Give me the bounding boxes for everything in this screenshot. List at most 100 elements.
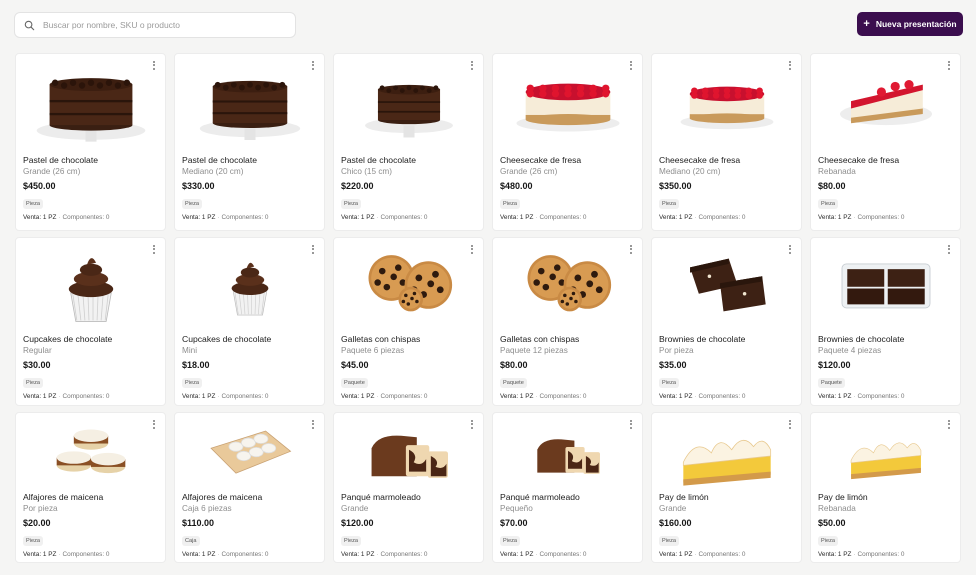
unit-badge: Paquete <box>818 378 845 388</box>
sale-unit: Venta: 1 PZ <box>23 214 57 221</box>
product-info: Panqué marmoleado Grande $120.00 Pieza V… <box>341 492 477 559</box>
product-info: Pastel de chocolate Mediano (20 cm) $330… <box>182 155 318 222</box>
product-meta: Venta: 1 PZ · Componentes: 0 <box>659 214 746 221</box>
product-meta: Venta: 1 PZ · Componentes: 0 <box>818 551 905 558</box>
product-variant: Caja 6 piezas <box>182 504 232 513</box>
product-variant: Rebanada <box>818 504 856 513</box>
product-info: Brownies de chocolate Por pieza $35.00 P… <box>659 334 795 401</box>
product-meta: Venta: 1 PZ · Componentes: 0 <box>500 393 587 400</box>
product-name: Cupcakes de chocolate <box>182 334 272 344</box>
components-count: Componentes: 0 <box>380 551 428 558</box>
product-image <box>503 57 632 149</box>
product-card[interactable]: Pastel de chocolate Mediano (20 cm) $330… <box>174 53 325 231</box>
product-card[interactable]: Cupcakes de chocolate Mini $18.00 Pieza … <box>174 237 325 406</box>
product-info: Cupcakes de chocolate Regular $30.00 Pie… <box>23 334 159 401</box>
product-image <box>185 241 314 329</box>
product-meta: Venta: 1 PZ · Componentes: 0 <box>182 551 269 558</box>
chocolate-cupcake-regular-icon <box>68 258 113 322</box>
product-card[interactable]: Galletas con chispas Paquete 12 piezas $… <box>492 237 643 406</box>
product-name: Pay de limón <box>659 492 709 502</box>
product-card[interactable]: Cupcakes de chocolate Regular $30.00 Pie… <box>15 237 166 406</box>
product-card[interactable]: Cheesecake de fresa Mediano (20 cm) $350… <box>651 53 802 231</box>
product-image <box>344 417 473 495</box>
new-presentation-label: Nueva presentación <box>875 19 957 29</box>
sale-unit: Venta: 1 PZ <box>182 551 216 558</box>
plus-icon: + <box>863 17 870 30</box>
product-meta: Venta: 1 PZ · Componentes: 0 <box>182 214 269 221</box>
new-presentation-button[interactable]: + Nueva presentación <box>857 12 963 36</box>
product-meta: Venta: 1 PZ · Componentes: 0 <box>341 214 428 221</box>
product-image <box>503 417 632 495</box>
sale-unit: Venta: 1 PZ <box>659 393 693 400</box>
components-count: Componentes: 0 <box>380 393 428 400</box>
product-variant: Grande <box>659 504 687 513</box>
sale-unit: Venta: 1 PZ <box>500 551 534 558</box>
product-price: $480.00 <box>500 181 533 191</box>
product-info: Pastel de chocolate Chico (15 cm) $220.0… <box>341 155 477 222</box>
chocolate-cake-medium-icon <box>199 80 300 140</box>
product-info: Alfajores de maicena Por pieza $20.00 Pi… <box>23 492 159 559</box>
product-meta: Venta: 1 PZ · Componentes: 0 <box>23 393 110 400</box>
product-card[interactable]: Cheesecake de fresa Grande (26 cm) $480.… <box>492 53 643 231</box>
product-info: Alfajores de maicena Caja 6 piezas $110.… <box>182 492 318 559</box>
product-meta: Venta: 1 PZ · Componentes: 0 <box>818 393 905 400</box>
components-count: Componentes: 0 <box>698 551 746 558</box>
product-card[interactable]: Panqué marmoleado Pequeño $70.00 Pieza V… <box>492 412 643 563</box>
product-card[interactable]: Brownies de chocolate Por pieza $35.00 P… <box>651 237 802 406</box>
product-meta: Venta: 1 PZ · Componentes: 0 <box>500 551 587 558</box>
product-name: Pay de limón <box>818 492 868 502</box>
product-name: Panqué marmoleado <box>500 492 580 502</box>
product-card[interactable]: Cheesecake de fresa Rebanada $80.00 Piez… <box>810 53 961 231</box>
product-meta: Venta: 1 PZ · Componentes: 0 <box>818 214 905 221</box>
product-image <box>821 241 950 329</box>
strawberry-cheesecake-medium-icon <box>680 86 773 130</box>
product-variant: Mediano (20 cm) <box>659 167 721 176</box>
product-meta: Venta: 1 PZ · Componentes: 0 <box>23 214 110 221</box>
product-card[interactable]: Galletas con chispas Paquete 6 piezas $4… <box>333 237 484 406</box>
product-image <box>344 57 473 149</box>
product-price: $120.00 <box>818 360 851 370</box>
product-meta: Venta: 1 PZ · Componentes: 0 <box>23 551 110 558</box>
product-variant: Paquete 12 piezas <box>500 346 568 355</box>
product-card[interactable]: Pastel de chocolate Chico (15 cm) $220.0… <box>333 53 484 231</box>
product-info: Pay de limón Grande $160.00 Pieza Venta:… <box>659 492 795 559</box>
product-card[interactable]: Brownies de chocolate Paquete 4 piezas $… <box>810 237 961 406</box>
sale-unit: Venta: 1 PZ <box>182 393 216 400</box>
product-variant: Pequeño <box>500 504 533 513</box>
product-name: Brownies de chocolate <box>818 334 905 344</box>
product-price: $350.00 <box>659 181 692 191</box>
product-price: $450.00 <box>23 181 56 191</box>
product-card[interactable]: Panqué marmoleado Grande $120.00 Pieza V… <box>333 412 484 563</box>
strawberry-cheesecake-slice-icon <box>839 80 932 126</box>
product-card[interactable]: Pay de limón Grande $160.00 Pieza Venta:… <box>651 412 802 563</box>
unit-badge: Paquete <box>500 378 527 388</box>
product-card[interactable]: Alfajores de maicena Por pieza $20.00 Pi… <box>15 412 166 563</box>
chocolate-cake-large-icon <box>36 78 145 142</box>
lemon-pie-large-icon <box>682 440 771 486</box>
product-name: Pastel de chocolate <box>341 155 417 165</box>
product-price: $35.00 <box>659 360 687 370</box>
sale-unit: Venta: 1 PZ <box>23 551 57 558</box>
product-meta: Venta: 1 PZ · Componentes: 0 <box>659 393 746 400</box>
product-info: Panqué marmoleado Pequeño $70.00 Pieza V… <box>500 492 636 559</box>
product-image <box>821 417 950 495</box>
product-card[interactable]: Pastel de chocolate Grande (26 cm) $450.… <box>15 53 166 231</box>
product-image <box>185 57 314 149</box>
product-image <box>26 241 155 329</box>
unit-badge: Pieza <box>341 536 361 546</box>
product-variant: Mini <box>182 346 198 355</box>
product-card[interactable]: Pay de limón Rebanada $50.00 Pieza Venta… <box>810 412 961 563</box>
product-meta: Venta: 1 PZ · Componentes: 0 <box>182 393 269 400</box>
search-box[interactable] <box>14 12 296 38</box>
product-name: Alfajores de maicena <box>23 492 104 502</box>
components-count: Componentes: 0 <box>539 214 587 221</box>
product-name: Galletas con chispas <box>341 334 421 344</box>
product-variant: Paquete 4 piezas <box>818 346 882 355</box>
sale-unit: Venta: 1 PZ <box>818 551 852 558</box>
product-variant: Regular <box>23 346 52 355</box>
product-card[interactable]: Alfajores de maicena Caja 6 piezas $110.… <box>174 412 325 563</box>
product-name: Cupcakes de chocolate <box>23 334 113 344</box>
product-price: $30.00 <box>23 360 51 370</box>
search-input[interactable] <box>43 20 283 30</box>
product-variant: Grande (26 cm) <box>23 167 81 176</box>
